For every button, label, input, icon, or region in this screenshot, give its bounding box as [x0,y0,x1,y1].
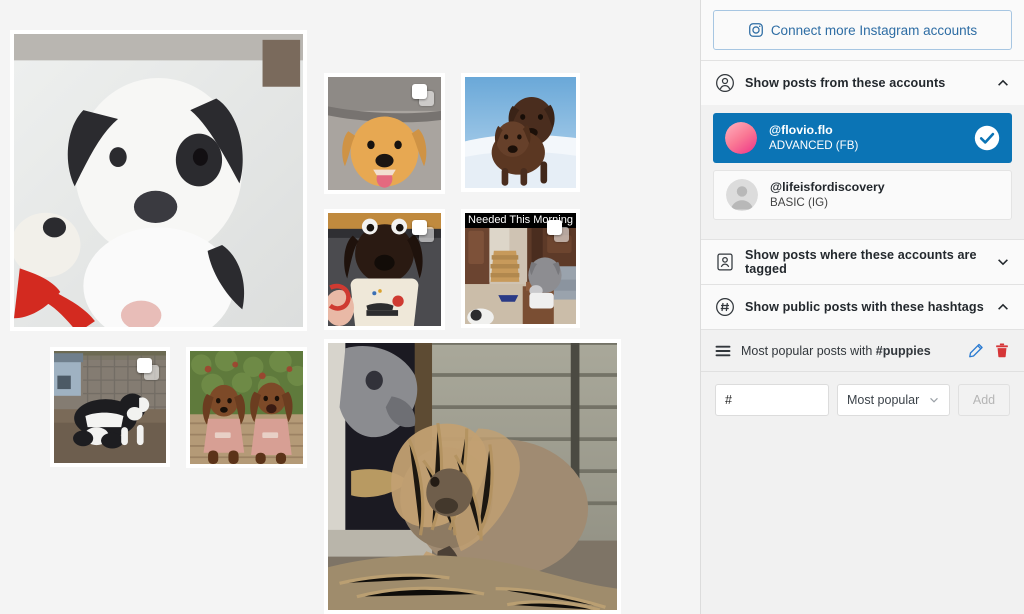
hashtag-list: Most popular posts with #puppies # Most … [701,330,1024,428]
connect-button-label: Connect more Instagram accounts [770,22,978,38]
chevron-up-icon[interactable] [996,300,1010,314]
hashtag-row-prefix: Most popular posts with [741,343,876,358]
add-hashtag-button[interactable]: Add [958,384,1010,416]
feed-post-tile[interactable] [10,30,307,331]
post-image [465,77,576,188]
person-circle-icon [715,73,735,93]
post-caption-overlay: Needed This Morning [465,213,576,228]
feed-post-tile[interactable] [50,347,170,467]
tagged-person-icon [715,252,735,272]
hashtag-input[interactable] [715,384,829,416]
section-show-posts-from-accounts: Show posts from these accounts @flovio.f… [701,60,1024,240]
instagram-icon [748,22,764,38]
hashtag-row-label: Most popular posts with #puppies [741,344,958,358]
section-show-public-posts-hashtags: Show public posts with these hashtags [701,285,1024,330]
section-label-hashtags: Show public posts with these hashtags [745,300,984,314]
connect-more-instagram-accounts-button[interactable]: Connect more Instagram accounts [713,10,1012,50]
post-image: Needed This Morning [465,213,576,324]
hashtag-add-form: Most popular Add [701,372,1024,428]
feed-grid: Needed This Morning [0,0,700,614]
accounts-list: @flovio.flo ADVANCED (FB) @lifeisfordisc… [701,105,1024,239]
avatar [726,179,758,211]
hashtag-circle-icon [715,297,735,317]
check-circle-icon[interactable] [974,125,1000,151]
account-row-selected[interactable]: @flovio.flo ADVANCED (FB) [713,113,1012,163]
post-image [54,351,166,463]
post-image [328,343,617,610]
post-image [328,213,441,326]
account-plan: ADVANCED (FB) [769,139,859,152]
account-handle: @flovio.flo [769,123,833,137]
connect-accounts-area: Connect more Instagram accounts [701,0,1024,60]
trash-icon[interactable] [994,342,1010,359]
hashtag-sort-value: Most popular [847,393,920,407]
section-header-tagged[interactable]: Show posts where these accounts are tagg… [701,240,1024,284]
post-image [190,351,303,464]
drag-handle-icon[interactable] [715,345,731,357]
account-plan: BASIC (IG) [770,196,828,209]
post-image [14,34,303,327]
feed-settings-pane: Connect more Instagram accounts Show pos… [700,0,1024,614]
pencil-icon[interactable] [968,342,984,359]
section-label-accounts: Show posts from these accounts [745,76,946,90]
feed-preview-pane: Needed This Morning [0,0,700,614]
feed-post-tile[interactable] [461,73,580,192]
account-handle: @lifeisfordiscovery [770,180,885,194]
account-row[interactable]: @lifeisfordiscovery BASIC (IG) [713,170,1012,220]
post-image [328,77,441,190]
chevron-down-icon[interactable] [996,255,1010,269]
section-show-posts-tagged: Show posts where these accounts are tagg… [701,240,1024,285]
section-label-tagged: Show posts where these accounts are tagg… [745,248,977,276]
hashtag-row: Most popular posts with #puppies [701,330,1024,372]
feed-post-tile[interactable] [186,347,307,468]
feed-post-tile[interactable] [324,339,621,614]
account-info: @lifeisfordiscovery BASIC (IG) [770,180,999,210]
hashtag-row-tag: #puppies [875,343,931,358]
avatar [725,122,757,154]
chevron-down-icon [928,394,940,406]
chevron-up-icon[interactable] [996,76,1010,90]
app-root: Needed This Morning Connect more Instagr… [0,0,1024,614]
section-header-hashtags[interactable]: Show public posts with these hashtags [701,285,1024,329]
section-header-accounts[interactable]: Show posts from these accounts [701,61,1024,105]
hashtag-sort-select[interactable]: Most popular [837,384,950,416]
feed-post-tile[interactable] [324,73,445,194]
account-info: @flovio.flo ADVANCED (FB) [769,123,962,153]
feed-post-tile[interactable]: Needed This Morning [461,209,580,328]
feed-post-tile[interactable] [324,209,445,330]
